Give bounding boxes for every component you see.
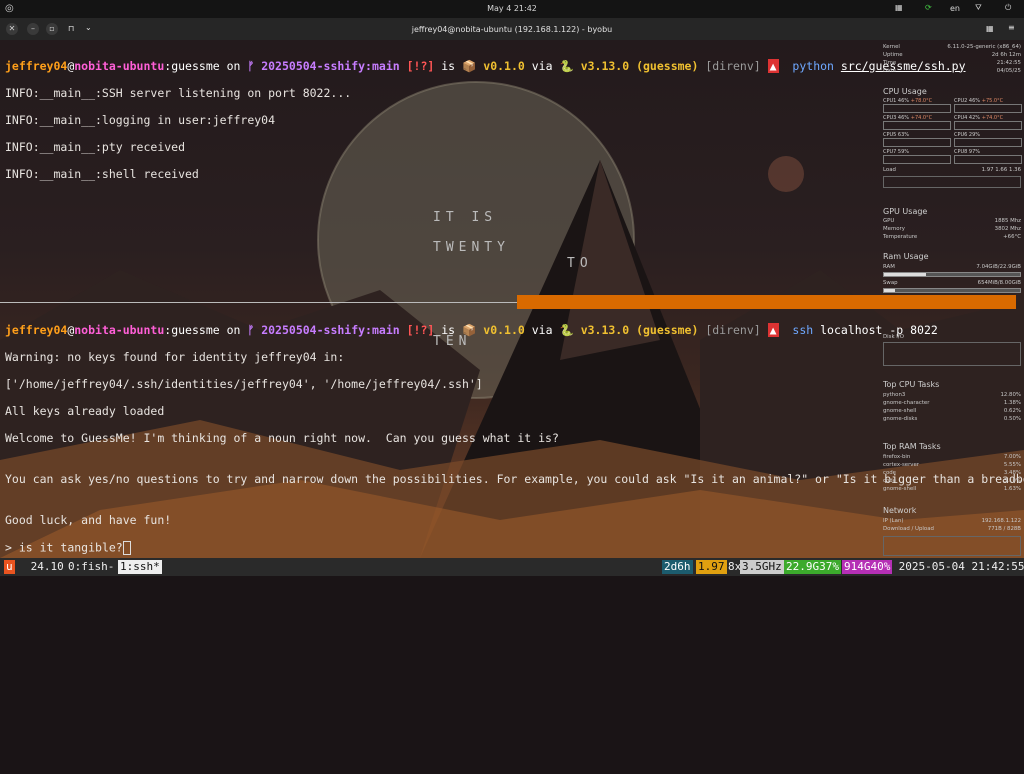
text-cursor — [122, 541, 131, 556]
task-row: gnome-disks 0.50% — [883, 416, 1021, 422]
uptime-badge: 2d6h — [662, 560, 693, 574]
power-icon[interactable]: ⏻ — [1005, 3, 1011, 13]
task-row: code 3.10% — [883, 478, 1021, 484]
input-prompt: > — [5, 540, 19, 555]
output-line: Good luck, and have fun! — [5, 512, 172, 527]
load-badge: 1.97 — [696, 560, 727, 574]
memory-badge: 22.9G37% — [784, 560, 841, 574]
load-graph — [883, 176, 1021, 188]
log-line: INFO:__main__:logging in user:jeffrey04 — [5, 112, 276, 127]
menu-icon[interactable]: ≡ — [1008, 23, 1015, 32]
log-line: INFO:__main__:shell received — [5, 167, 199, 182]
ram-bar-fill — [884, 273, 927, 276]
sys-row: Kernel 6.11.0-25-generic (x86_64) — [883, 44, 1021, 50]
task-row: python3 12.80% — [883, 392, 1021, 398]
cpu-core: CPU1 46% +78.0°C — [883, 98, 951, 113]
word-clock-row: TWENTY — [433, 240, 510, 255]
word-clock-row: TO — [567, 256, 593, 271]
ram-bar — [883, 272, 1021, 277]
disk-row: Disk I/O — [883, 334, 904, 340]
gpu-row: Memory 3802 Mhz — [883, 226, 1021, 232]
cpu-core: CPU3 46% +74.0°C — [883, 115, 951, 130]
sys-row: Time 21:42:55 — [883, 60, 1021, 66]
system-monitor-panel: Kernel 6.11.0-25-generic (x86_64) Uptime 2… — [880, 42, 1022, 556]
task-row: gnome-character 1.38% — [883, 400, 1021, 406]
network-icon[interactable]: ⛛ — [975, 3, 982, 13]
task-row: gnome-shell 1.63% — [883, 486, 1021, 492]
top-ram-section-title: Top RAM Tasks — [883, 442, 941, 451]
swap-row: Swap 654MiB/8.00GiB — [883, 280, 1021, 286]
word-clock-row: IT IS — [433, 210, 498, 225]
gpu-row: Temperature +66°C — [883, 234, 1021, 240]
byobu-status-bar: u 24.10 0:fish- 1:ssh* 2d6h 1.97 8x 3.5G… — [0, 558, 1024, 576]
color-picker-icon[interactable]: ▦ — [895, 3, 903, 12]
load-row: Load 1.97 1.66 1.36 — [883, 167, 1021, 173]
ubuntu-logo: u — [4, 560, 15, 574]
output-line: Warning: no keys found for identity jeff… — [5, 349, 345, 364]
output-line: ['/home/jeffrey04/.ssh/identities/jeffre… — [5, 376, 483, 391]
release-version: 24.10 — [24, 560, 71, 573]
net-row: IP (Lan) 192.168.1.122 — [883, 518, 1021, 524]
shell-prompt: jeffrey04@nobita-ubuntu:guessme on ᚠ 202… — [5, 58, 966, 73]
top-cpu-section-title: Top CPU Tasks — [883, 380, 940, 389]
cpu-core: CPU2 46% +75.0°C — [954, 98, 1022, 113]
sys-row: Date 04/05/25 — [883, 68, 1021, 74]
cpu-frequency: 3.5GHz — [740, 560, 784, 574]
status-datetime: 2025-05-04 21:42:55 — [892, 560, 1024, 573]
cpu-core: CPU5 63% — [883, 132, 951, 147]
task-row: cortex-server 5.55% — [883, 462, 1021, 468]
grid-icon[interactable]: ▦ — [986, 24, 994, 33]
window-title-bar[interactable]: ✕ – ▫ ⊓ ⌄ jeffrey04@nobita-ubuntu (192.1… — [0, 18, 1024, 40]
window-tab-ssh[interactable]: 1:ssh* — [118, 560, 162, 574]
shell-prompt: jeffrey04@nobita-ubuntu:guessme on ᚠ 202… — [5, 322, 938, 337]
pane-divider[interactable] — [0, 302, 517, 303]
gpu-row: GPU 1885 Mhz — [883, 218, 1021, 224]
cpu-core: CPU7 59% — [883, 149, 951, 164]
output-line: You can ask yes/no questions to try and … — [5, 472, 1024, 487]
sys-row: Uptime 2d 6h 12m — [883, 52, 1021, 58]
guess-input[interactable]: is it tangible? — [19, 541, 123, 555]
task-row: gnome-shell 0.62% — [883, 408, 1021, 414]
task-row: firefox-bin 7.00% — [883, 454, 1021, 460]
cpu-core: CPU8 97% — [954, 149, 1022, 164]
input-language[interactable]: en — [950, 4, 960, 13]
sync-icon[interactable]: ⟳ — [925, 3, 932, 12]
terminal-pane-bottom[interactable]: jeffrey04@nobita-ubuntu:guessme on ᚠ 202… — [5, 310, 1024, 569]
task-row: code 3.48% — [883, 470, 1021, 476]
net-row: Download / Upload 771B / 828B — [883, 526, 1021, 532]
disk-graph — [883, 342, 1021, 366]
system-top-bar: ◎ May 4 21:42 ▦ ⟳ en ⛛ ⏻ — [0, 0, 1024, 18]
cpu-section-title: CPU Usage — [883, 87, 927, 96]
cpu-core: CPU6 29% — [954, 132, 1022, 147]
output-line: All keys already loaded — [5, 404, 165, 419]
gpu-section-title: GPU Usage — [883, 207, 928, 216]
window-tab-fish[interactable]: 0:fish- — [66, 560, 123, 574]
output-line: Welcome to GuessMe! I'm thinking of a no… — [5, 431, 559, 446]
network-section-title: Network — [883, 506, 917, 515]
log-line: INFO:__main__:SSH server listening on po… — [5, 85, 352, 100]
system-clock[interactable]: May 4 21:42 — [0, 4, 1024, 13]
swap-bar-fill — [884, 289, 895, 292]
input-line[interactable]: > is it tangible? — [5, 540, 1024, 556]
cpu-core: CPU4 42% +74.0°C — [954, 115, 1022, 130]
swap-bar — [883, 288, 1021, 293]
window-title: jeffrey04@nobita-ubuntu (192.168.1.122) … — [411, 25, 613, 34]
disk-badge: 914G40% — [842, 560, 893, 574]
ram-row: RAM 7.04GiB/22.9GiB — [883, 264, 1021, 270]
terminal-pane-top[interactable]: jeffrey04@nobita-ubuntu:guessme on ᚠ 202… — [5, 46, 966, 196]
network-graph — [883, 536, 1021, 556]
ram-section-title: Ram Usage — [883, 252, 929, 261]
log-line: INFO:__main__:pty received — [5, 140, 186, 155]
